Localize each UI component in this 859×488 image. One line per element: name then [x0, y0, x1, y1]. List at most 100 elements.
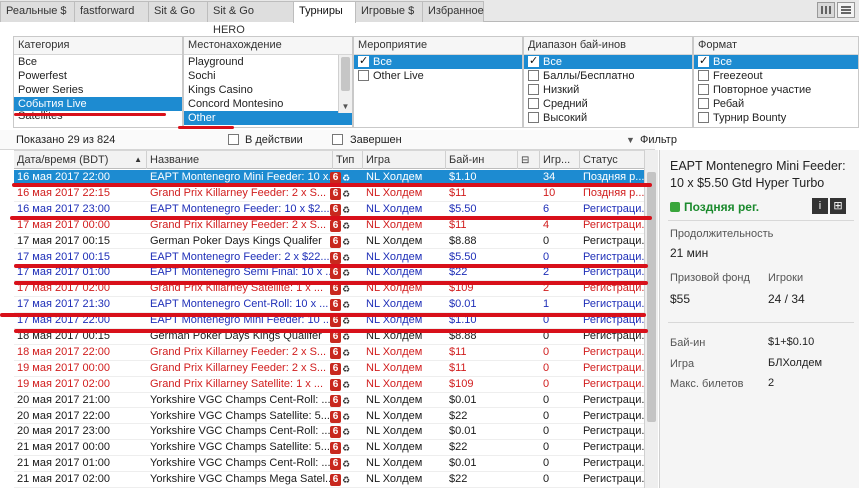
checkbox-icon[interactable]: [528, 98, 539, 109]
format-item-freezeout[interactable]: Freezeout: [694, 69, 858, 83]
table-row[interactable]: 19 мая 2017 02:00 Grand Prix Killarney Sa…: [14, 377, 644, 393]
tab-real-money[interactable]: Реальные $: [0, 1, 75, 22]
cell-datetime: 20 мая 2017 22:00: [17, 409, 111, 422]
checkbox-icon[interactable]: [698, 70, 709, 81]
location-item-kings-casino[interactable]: Kings Casino: [184, 83, 338, 97]
info-icon[interactable]: i: [812, 198, 828, 214]
location-item-playground[interactable]: Playground: [184, 55, 338, 69]
reentry-icon: ♻: [342, 363, 351, 374]
buyin-item-low[interactable]: Низкий: [524, 83, 692, 97]
format-item-rebuy[interactable]: Ребай: [694, 97, 858, 111]
buyin-item-medium[interactable]: Средний: [524, 97, 692, 111]
column-buyin[interactable]: Бай-ин: [446, 151, 518, 169]
location-scrollbar[interactable]: ▼: [338, 55, 352, 113]
checkbox-checked-icon[interactable]: [358, 55, 369, 68]
chevron-down-icon[interactable]: ▼: [626, 130, 635, 150]
cell-status: Регистраци...: [583, 377, 644, 390]
table-row[interactable]: 20 мая 2017 22:00 Yorkshire VGC Champs Sa…: [14, 409, 644, 425]
game-value: БЛХолдем: [768, 357, 823, 369]
cell-name: Yorkshire VGC Champs Cent-Roll: ...: [150, 393, 331, 406]
checkbox-icon[interactable]: [698, 98, 709, 109]
lobby-grid-icon[interactable]: ⊞: [830, 198, 846, 214]
table-scrollbar[interactable]: [644, 150, 658, 488]
checkbox-icon[interactable]: [332, 134, 343, 145]
format-item-all[interactable]: Все: [694, 55, 858, 69]
checkbox-checked-icon[interactable]: [698, 55, 709, 68]
grid-view-icon: [821, 6, 831, 14]
location-header: Местонахождение: [184, 37, 352, 55]
cell-players: 0: [543, 393, 550, 406]
column-players[interactable]: Игр...: [540, 151, 580, 169]
six-max-badge-icon: 6: [330, 362, 341, 375]
checkbox-icon[interactable]: [528, 70, 539, 81]
category-header: Категория: [14, 37, 182, 55]
buyin-item-points-free[interactable]: Баллы/Бесплатно: [524, 69, 692, 83]
filter-toggle-label[interactable]: Фильтр: [640, 130, 677, 150]
column-datetime[interactable]: Дата/время (BDT) ▲: [14, 151, 147, 169]
checkbox-icon[interactable]: [698, 112, 709, 123]
table-row[interactable]: 21 мая 2017 02:00 Yorkshire VGC Champs Me…: [14, 472, 644, 488]
tournament-detail-panel: EAPT Montenegro Mini Feeder: 10 x $5.50 …: [659, 150, 859, 488]
top-tab-bar: Реальные $ fastforward Sit & Go Sit & Go…: [0, 0, 859, 36]
column-game[interactable]: Игра: [363, 151, 446, 169]
checkbox-icon[interactable]: [528, 84, 539, 95]
category-item-power-series[interactable]: Power Series: [14, 83, 182, 97]
buyin-item-all[interactable]: Все: [524, 55, 692, 69]
table-row[interactable]: 21 мая 2017 00:00 Yorkshire VGC Champs Sa…: [14, 440, 644, 457]
cell-buyin: $0.01: [449, 457, 477, 470]
checkbox-icon[interactable]: [358, 70, 369, 81]
list-view-button[interactable]: [837, 2, 855, 18]
scroll-down-icon[interactable]: ▼: [339, 101, 352, 113]
tab-tournaments[interactable]: Турниры: [293, 1, 356, 23]
column-table-icon[interactable]: ⊟: [518, 151, 540, 169]
tab-favorites[interactable]: Избранное: [422, 1, 484, 22]
location-item-concord-montesino[interactable]: Concord Montesino: [184, 97, 338, 111]
location-scrollbar-thumb[interactable]: [341, 57, 350, 91]
cell-players: 0: [543, 441, 550, 454]
table-row[interactable]: 20 мая 2017 23:00 Yorkshire VGC Champs Ce…: [14, 424, 644, 441]
location-item-other[interactable]: Other: [184, 111, 352, 125]
table-scrollbar-thumb[interactable]: [647, 172, 656, 422]
tab-sit-and-go-hero[interactable]: Sit & Go HERO: [207, 1, 294, 36]
checkbox-checked-icon[interactable]: [528, 55, 539, 68]
checkbox-icon[interactable]: [228, 134, 239, 145]
sort-asc-icon: ▲: [134, 155, 142, 164]
event-item-other-live[interactable]: Other Live: [354, 69, 522, 83]
table-row[interactable]: 19 мая 2017 00:00 Grand Prix Killarney Fe…: [14, 361, 644, 377]
location-item-sochi[interactable]: Sochi: [184, 69, 338, 83]
cell-players: 10: [543, 186, 556, 199]
in-action-toggle[interactable]: [228, 130, 243, 150]
table-row[interactable]: 18 мая 2017 22:00 Grand Prix Killarney Fe…: [14, 345, 644, 361]
cell-name: Grand Prix Killarney Feeder: 2 x S...: [150, 361, 327, 374]
buyin-item-high[interactable]: Высокий: [524, 111, 692, 125]
column-name[interactable]: Название: [147, 151, 333, 169]
format-item-reentry[interactable]: Повторное участие: [694, 83, 858, 97]
checkbox-icon[interactable]: [698, 84, 709, 95]
event-item-all[interactable]: Все: [354, 55, 522, 69]
table-row[interactable]: 17 мая 2017 00:15 German Poker Days Kings…: [14, 234, 644, 250]
table-row[interactable]: 20 мая 2017 21:00 Yorkshire VGC Champs Ce…: [14, 393, 644, 409]
format-item-bounty[interactable]: Турнир Bounty: [694, 111, 858, 125]
table-icon: ⊟: [521, 155, 530, 166]
buyin-item-label: Высокий: [543, 112, 588, 124]
table-row[interactable]: 16 мая 2017 22:15 Grand Prix Killarney Fe…: [14, 186, 644, 202]
tab-sit-and-go[interactable]: Sit & Go: [148, 1, 208, 22]
max-tickets-label: Макс. билетов: [670, 378, 744, 390]
cell-datetime: 18 мая 2017 22:00: [17, 345, 111, 358]
category-item-powerfest[interactable]: Powerfest: [14, 69, 182, 83]
checkbox-icon[interactable]: [528, 112, 539, 123]
category-item-all[interactable]: Все: [14, 55, 182, 69]
table-row[interactable]: 17 мая 2017 00:00 Grand Prix Killarney Fe…: [14, 218, 644, 234]
table-row[interactable]: 21 мая 2017 01:00 Yorkshire VGC Champs Ce…: [14, 456, 644, 473]
column-status[interactable]: Статус: [580, 151, 644, 169]
results-count: Показано 29 из 824: [16, 134, 116, 146]
finished-toggle[interactable]: [332, 130, 347, 150]
grid-view-button[interactable]: [817, 2, 835, 18]
tab-fastforward[interactable]: fastforward: [74, 1, 149, 22]
cell-datetime: 17 мая 2017 00:00: [17, 218, 111, 231]
category-item-live-events[interactable]: События Live: [14, 97, 182, 111]
tab-play-money[interactable]: Игровые $: [355, 1, 423, 22]
table-row[interactable]: 17 мая 2017 00:15 EAPT Montenegro Feeder:…: [14, 250, 644, 266]
table-row[interactable]: 17 мая 2017 21:30 EAPT Montenegro Cent-Ro…: [14, 297, 644, 314]
column-type[interactable]: Тип: [333, 151, 363, 169]
